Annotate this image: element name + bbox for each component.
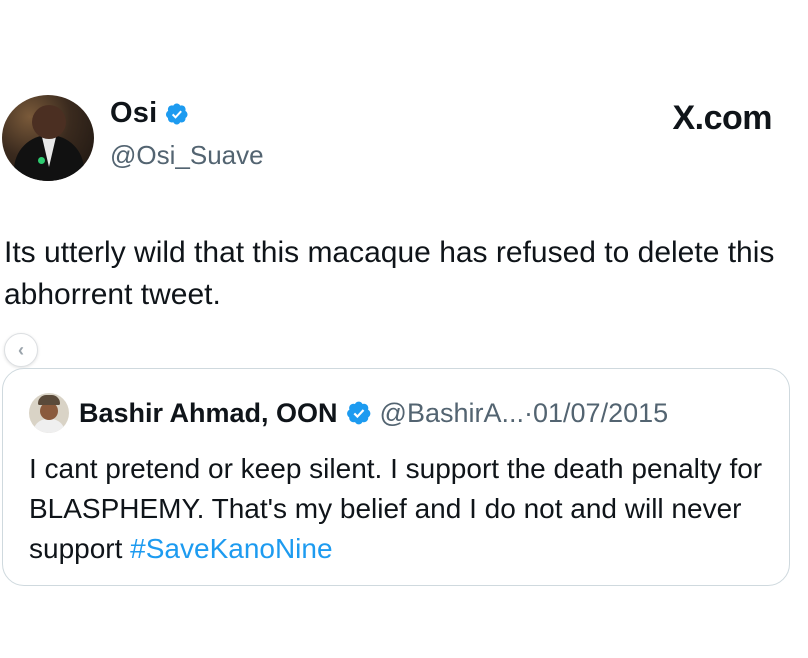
quoted-tweet-date: 01/07/2015 xyxy=(533,397,669,428)
quoted-avatar-body xyxy=(33,419,65,433)
verified-badge-icon xyxy=(346,401,370,425)
quoted-author-avatar xyxy=(29,393,69,433)
author-display-name[interactable]: Osi xyxy=(110,97,157,130)
hashtag-link[interactable]: #SaveKanoNine xyxy=(130,533,332,564)
quoted-tweet[interactable]: Bashir Ahmad, OON @BashirA... · 01/07/20… xyxy=(2,368,790,586)
tweet-header: Osi @Osi_Suave X.com xyxy=(2,95,802,185)
carousel-prev-button[interactable]: ‹ xyxy=(4,333,38,367)
verified-badge-icon xyxy=(166,103,188,124)
quoted-tweet-text: I cant pretend or keep silent. I support… xyxy=(29,449,779,569)
avatar-badge-dot xyxy=(38,157,45,164)
avatar-head xyxy=(32,105,66,139)
tweet-text: Its utterly wild that this macaque has r… xyxy=(4,236,775,311)
meta-separator: · xyxy=(524,397,533,428)
tweet-card: Osi @Osi_Suave X.com Its utterly wild th… xyxy=(0,0,808,658)
brand-wordmark: X.com xyxy=(672,99,772,137)
chevron-left-icon: ‹ xyxy=(18,339,24,360)
quoted-author-name: Bashir Ahmad, OON xyxy=(79,397,338,428)
author-avatar[interactable] xyxy=(2,95,94,181)
quoted-author-handle: @BashirA... xyxy=(379,397,524,428)
quoted-avatar-cap xyxy=(38,395,60,405)
quoted-tweet-header: Bashir Ahmad, OON @BashirA... · 01/07/20… xyxy=(29,393,668,433)
author-name-row: Osi xyxy=(110,97,189,130)
author-handle[interactable]: @Osi_Suave xyxy=(110,140,264,171)
